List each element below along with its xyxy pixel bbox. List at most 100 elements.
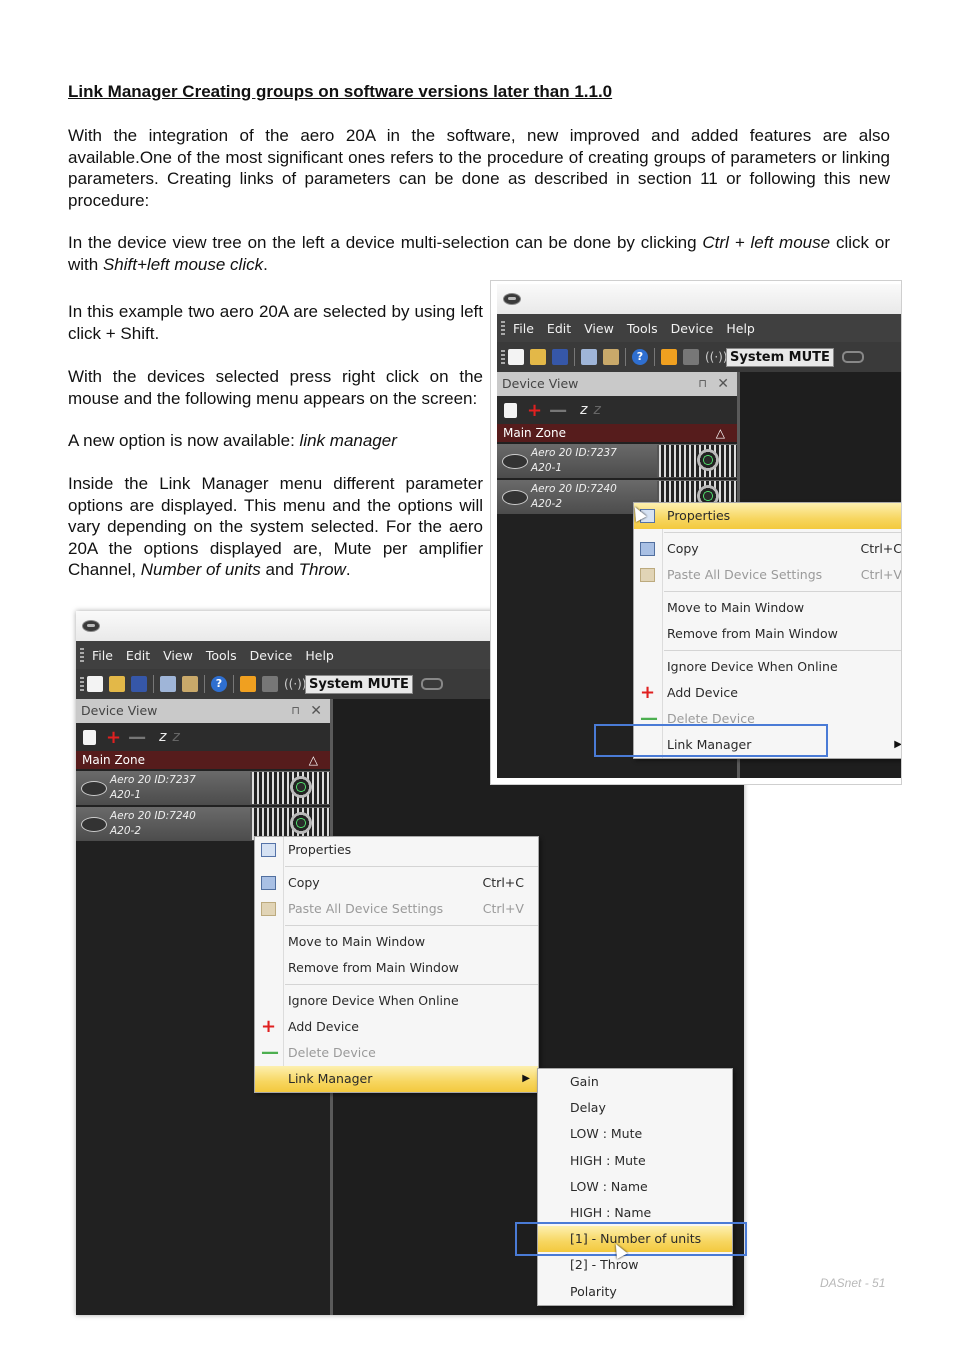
menu-item-link-manager[interactable]: Link Manager▶: [255, 1066, 538, 1092]
device-view-title: Device View: [502, 376, 579, 391]
device-icon[interactable]: [683, 349, 699, 365]
zone-header[interactable]: Main Zone △: [76, 751, 330, 769]
pin-icon[interactable]: ⊓: [698, 372, 707, 396]
new-file-icon[interactable]: [87, 676, 103, 692]
submenu-item-throw[interactable]: [2] - Throw: [538, 1252, 732, 1278]
help-icon[interactable]: ?: [632, 349, 648, 365]
menu-item-copy[interactable]: Copy Ctrl+C: [634, 536, 901, 562]
device-view-title: Device View: [81, 703, 158, 718]
paste-icon: [261, 902, 276, 916]
page-footer: DASnet - 51: [820, 1276, 886, 1290]
device-row[interactable]: Aero 20 ID:7237 A20-1: [76, 771, 330, 805]
rightclick-paragraph: With the devices selected press right cl…: [68, 367, 483, 408]
copy-icon[interactable]: [581, 349, 597, 365]
menu-help[interactable]: Help: [305, 648, 334, 663]
toolbar-grip[interactable]: [80, 677, 84, 691]
menu-view[interactable]: View: [584, 321, 614, 336]
device-name: A20-2: [110, 825, 142, 837]
network-icon[interactable]: [240, 676, 256, 692]
menu-item-add-device[interactable]: + Add Device: [634, 680, 901, 706]
list-icon[interactable]: [504, 402, 517, 418]
open-folder-icon[interactable]: [530, 349, 546, 365]
submenu-item-polarity[interactable]: Polarity: [538, 1279, 732, 1305]
context-menu: Properties Copy Ctrl+C Paste All Device S…: [633, 502, 901, 759]
app-logo: [503, 293, 521, 305]
open-folder-icon[interactable]: [109, 676, 125, 692]
link-manager-submenu: Gain Delay LOW : Mute HIGH : Mute LOW : …: [537, 1068, 733, 1306]
menu-item-add-device[interactable]: + Add Device: [255, 1014, 538, 1040]
collapse-icon[interactable]: △: [309, 751, 318, 769]
menu-item-ignore-online[interactable]: Ignore Device When Online: [634, 654, 901, 680]
menu-file[interactable]: File: [92, 648, 113, 663]
wireless-icon[interactable]: ((·)): [284, 676, 307, 692]
network-icon[interactable]: [661, 349, 677, 365]
add-icon: +: [261, 1016, 277, 1037]
menu-item-move-main[interactable]: Move to Main Window: [255, 929, 538, 955]
wireless-icon[interactable]: ((·)): [705, 349, 728, 365]
menu-device[interactable]: Device: [250, 648, 293, 663]
system-mute-button[interactable]: System MUTE: [726, 347, 834, 367]
device-icon[interactable]: [262, 676, 278, 692]
grip-handle[interactable]: [80, 648, 84, 662]
menu-item-paste-all: Paste All Device Settings Ctrl+V: [255, 896, 538, 922]
help-icon[interactable]: ?: [211, 676, 227, 692]
copy-icon[interactable]: [160, 676, 176, 692]
paste-icon[interactable]: [182, 676, 198, 692]
system-mute-button[interactable]: System MUTE: [305, 674, 413, 694]
menu-separator: [664, 532, 901, 533]
submenu-item-gain[interactable]: Gain: [538, 1069, 732, 1095]
submenu-item-low-name[interactable]: LOW : Name: [538, 1174, 732, 1200]
menu-device[interactable]: Device: [671, 321, 714, 336]
speaker-icon: [657, 445, 737, 477]
zone-header[interactable]: Main Zone △: [497, 424, 737, 442]
device-view-toolbar: + — z z: [497, 396, 737, 424]
menu-view[interactable]: View: [163, 648, 193, 663]
device-id: Aero 20 ID:7240: [531, 483, 617, 495]
menu-file[interactable]: File: [513, 321, 534, 336]
save-icon[interactable]: [131, 676, 147, 692]
menu-tools[interactable]: Tools: [206, 648, 237, 663]
sort-icon[interactable]: z: [580, 402, 587, 418]
submenu-item-high-mute[interactable]: HIGH : Mute: [538, 1148, 732, 1174]
menu-edit[interactable]: Edit: [126, 648, 150, 663]
sort-icon[interactable]: z: [159, 729, 166, 745]
link-icon[interactable]: [420, 678, 443, 690]
multiselect-paragraph: In the device view tree on the left a de…: [68, 233, 890, 274]
link-icon[interactable]: [841, 351, 864, 363]
new-file-icon[interactable]: [508, 349, 524, 365]
toolbar-grip[interactable]: [501, 350, 505, 364]
submenu-arrow-icon: ▶: [894, 732, 901, 758]
list-icon[interactable]: [83, 729, 96, 745]
close-icon[interactable]: ✕: [717, 372, 729, 396]
grip-handle[interactable]: [501, 321, 505, 335]
add-icon[interactable]: +: [527, 400, 542, 421]
device-row[interactable]: Aero 20 ID:7237 A20-1: [497, 444, 737, 478]
device-id: Aero 20 ID:7240: [110, 810, 196, 822]
menu-tools[interactable]: Tools: [627, 321, 658, 336]
menu-item-copy[interactable]: Copy Ctrl+C: [255, 870, 538, 896]
collapse-icon[interactable]: △: [716, 424, 725, 442]
menu-item-properties[interactable]: Properties: [634, 503, 901, 529]
paste-icon[interactable]: [603, 349, 619, 365]
menu-item-delete-device: — Delete Device: [261, 1042, 376, 1063]
menu-item-ignore-online[interactable]: Ignore Device When Online: [255, 988, 538, 1014]
menu-item-properties[interactable]: Properties: [255, 837, 538, 863]
submenu-item-delay[interactable]: Delay: [538, 1095, 732, 1121]
paste-icon: [640, 568, 655, 582]
menu-item-move-main[interactable]: Move to Main Window: [634, 595, 901, 621]
pin-icon[interactable]: ⊓: [291, 699, 300, 723]
section-heading: Link Manager Creating groups on software…: [68, 82, 613, 101]
remove-icon[interactable]: —: [549, 400, 567, 421]
menu-edit[interactable]: Edit: [547, 321, 571, 336]
save-icon[interactable]: [552, 349, 568, 365]
remove-icon[interactable]: —: [128, 727, 146, 748]
close-icon[interactable]: ✕: [310, 699, 322, 723]
toolbar-divider: [625, 348, 626, 366]
menu-item-remove-main[interactable]: Remove from Main Window: [255, 955, 538, 981]
add-icon[interactable]: +: [106, 727, 121, 748]
menu-separator: [285, 925, 538, 926]
menu-help[interactable]: Help: [726, 321, 755, 336]
example-paragraph: In this example two aero 20A are selecte…: [68, 302, 483, 343]
menu-item-remove-main[interactable]: Remove from Main Window: [634, 621, 901, 647]
submenu-item-low-mute[interactable]: LOW : Mute: [538, 1121, 732, 1147]
